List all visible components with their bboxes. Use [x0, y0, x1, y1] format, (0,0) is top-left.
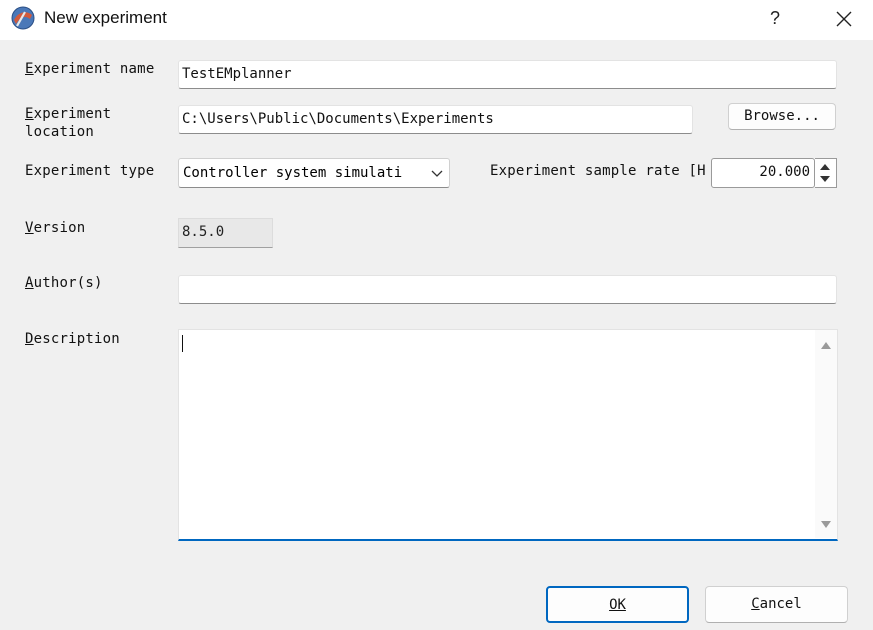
version-field: 8.5.0: [178, 218, 273, 248]
title-bar: New experiment ?: [0, 0, 873, 40]
experiment-name-field[interactable]: TestEMplanner: [178, 60, 837, 89]
experiment-location-label: Experiment location: [25, 106, 112, 137]
sample-rate-spinner: [815, 158, 837, 188]
cancel-button[interactable]: Cancel: [705, 586, 848, 623]
chevron-down-icon: [431, 170, 443, 177]
experiment-name-value: TestEMplanner: [182, 66, 292, 82]
sample-rate-field[interactable]: 20.000: [711, 158, 815, 188]
version-label: Version: [25, 220, 86, 236]
window-title: New experiment: [44, 8, 167, 27]
ok-label: OK: [609, 597, 626, 613]
scroll-down-icon[interactable]: [820, 520, 832, 530]
ok-button[interactable]: OK: [546, 586, 689, 623]
text-cursor: [182, 335, 183, 352]
experiment-location-value: C:\Users\Public\Documents\Experiments: [182, 111, 494, 127]
experiment-name-label: Experiment name: [25, 61, 155, 77]
authors-field[interactable]: [178, 275, 837, 304]
description-scrollbar[interactable]: [815, 330, 837, 538]
description-label: Description: [25, 331, 120, 347]
help-button[interactable]: ?: [757, 4, 793, 34]
experiment-type-value: Controller system simulati: [183, 165, 403, 181]
close-icon[interactable]: [826, 4, 862, 34]
experiment-type-label: Experiment type: [25, 163, 155, 179]
authors-label: Author(s): [25, 275, 103, 291]
sample-rate-label: Experiment sample rate [H: [490, 163, 706, 179]
experiment-type-select[interactable]: Controller system simulati: [178, 158, 450, 188]
version-value: 8.5.0: [182, 224, 225, 240]
app-logo-icon: [11, 6, 35, 30]
spin-up-icon[interactable]: [818, 162, 832, 171]
description-textarea[interactable]: [178, 329, 838, 541]
scroll-up-icon[interactable]: [820, 340, 832, 350]
browse-button[interactable]: Browse...: [728, 103, 836, 130]
experiment-location-field[interactable]: C:\Users\Public\Documents\Experiments: [178, 105, 693, 134]
sample-rate-value: 20.000: [759, 164, 810, 180]
spin-down-icon[interactable]: [818, 175, 832, 184]
